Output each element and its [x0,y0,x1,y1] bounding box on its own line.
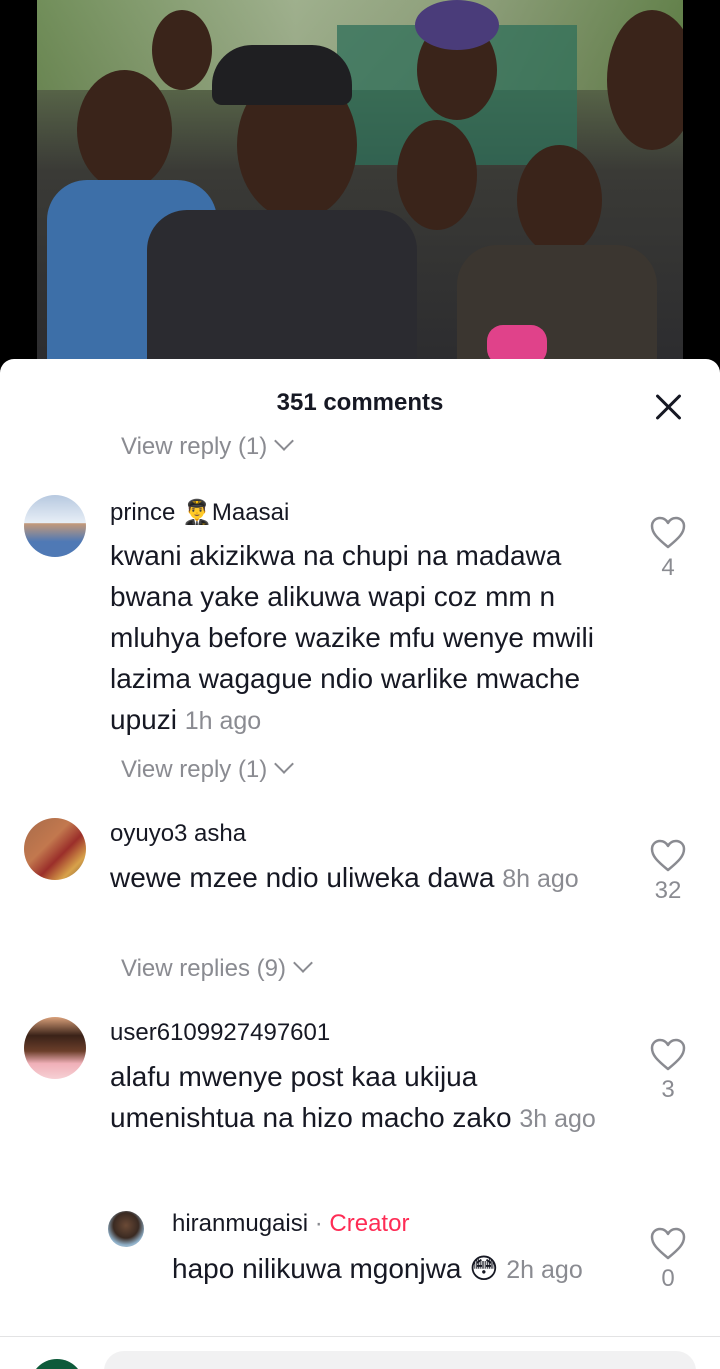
reply-time: 2h ago [506,1256,583,1284]
reply-body: hapo nilikuwa mgonjwa 😳 [172,1253,499,1284]
heart-icon [650,1038,686,1071]
chevron-down-icon [293,953,313,973]
comment-username[interactable]: oyuyo3 asha [110,820,246,848]
video-hat [415,0,499,50]
comment-username[interactable]: user6109927497601 [110,1019,330,1047]
view-replies-label: View replies (9) [121,955,286,982]
like-button[interactable]: 32 [648,839,688,905]
view-reply-label: View reply (1) [121,433,268,460]
video-person [607,10,683,150]
video-cap [212,45,352,105]
comment-text: alafu mwenye post kaa ukijua umenishtua … [110,1056,620,1140]
comment-time: 8h ago [502,865,579,893]
avatar[interactable] [108,1211,144,1247]
like-button[interactable]: 4 [648,516,688,582]
heart-icon [650,1227,686,1260]
like-button[interactable]: 3 [648,1038,688,1104]
divider [0,1336,720,1337]
close-icon[interactable] [654,393,682,421]
reply-separator: · [308,1210,330,1237]
comment-time: 3h ago [519,1105,596,1133]
video-person [77,70,172,190]
chevron-down-icon [274,431,295,451]
comment-time: 1h ago [184,707,262,735]
like-count: 3 [661,1076,675,1103]
view-reply-label: View reply (1) [121,756,268,783]
comments-sheet: 351 comments View reply (1) prince 👨‍✈️M… [0,359,720,1369]
video-person [397,120,477,230]
chevron-down-icon [274,754,295,774]
comment-body: kwani akizikwa na chupi na madawa bwana … [110,540,594,735]
like-count: 32 [654,877,682,904]
reply-username-line: hiranmugaisi · Creator [172,1210,409,1238]
comment-text: wewe mzee ndio uliweka dawa 8h ago [110,857,610,900]
heart-icon [650,516,686,549]
view-reply-button[interactable]: View reply (1) [121,754,295,784]
avatar[interactable] [24,1017,86,1079]
video-player[interactable] [37,0,683,380]
reply-username[interactable]: hiranmugaisi [172,1210,308,1237]
heart-icon [650,839,686,872]
video-person [517,145,602,255]
video-person [152,10,212,90]
comment-body: alafu mwenye post kaa ukijua umenishtua … [110,1061,512,1133]
video-person-shirt [147,210,417,380]
comment-body: wewe mzee ndio uliweka dawa [110,862,495,893]
like-count: 4 [661,554,675,581]
creator-badge: Creator [329,1210,410,1237]
comment-username[interactable]: prince 👨‍✈️Maasai [110,498,289,527]
reply-text: hapo nilikuwa mgonjwa 😳 2h ago [172,1248,622,1291]
avatar[interactable] [24,495,86,557]
like-button[interactable]: 0 [648,1227,688,1293]
view-reply-button[interactable]: View reply (1) [121,431,295,461]
like-count: 0 [661,1265,675,1292]
view-replies-button[interactable]: View replies (9) [121,953,313,983]
sheet-header: 351 comments [0,359,720,449]
comment-text: kwani akizikwa na chupi na madawa bwana … [110,535,620,742]
comment-input[interactable] [104,1351,696,1369]
my-avatar [30,1359,84,1369]
avatar[interactable] [24,818,86,880]
comment-count: 351 comments [276,389,444,416]
